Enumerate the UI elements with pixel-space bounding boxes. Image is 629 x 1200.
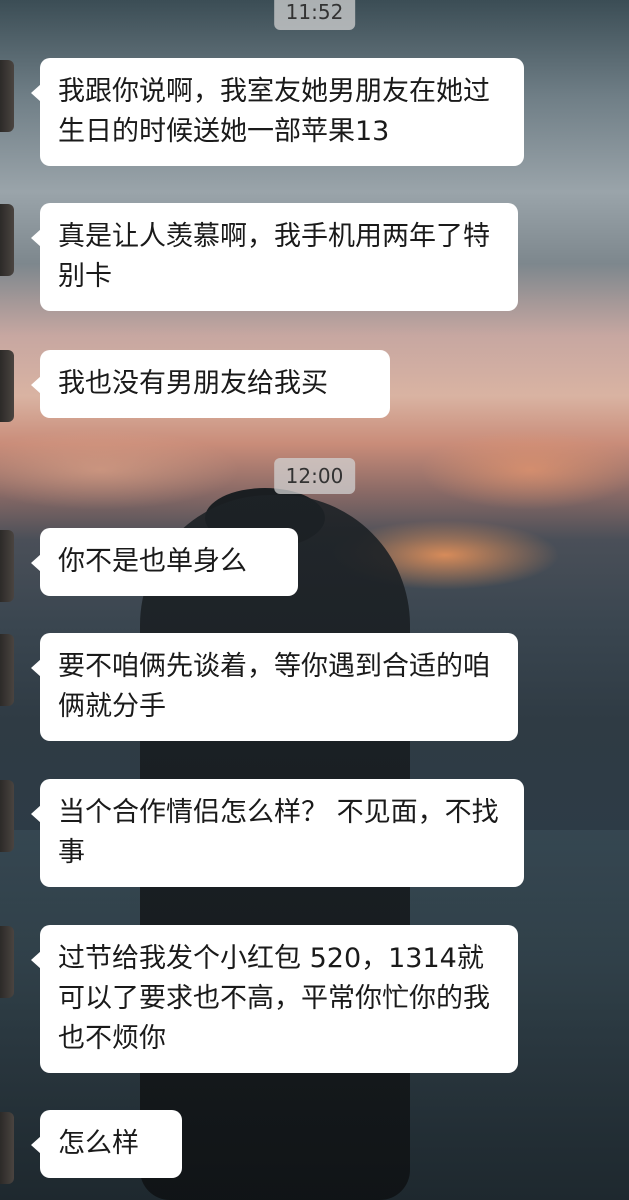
message-bubble[interactable]: 我也没有男朋友给我买 [31,350,390,418]
avatar[interactable] [0,204,14,276]
avatar[interactable] [0,1112,14,1184]
sunset-glow [0,430,240,510]
message-bubble[interactable]: 要不咱俩先谈着，等你遇到合适的咱俩就分手 [31,633,518,741]
message-bubble[interactable]: 怎么样 [31,1110,182,1178]
message-bubble[interactable]: 真是让人羡慕啊，我手机用两年了特别卡 [31,203,518,311]
avatar[interactable] [0,350,14,422]
avatar[interactable] [0,530,14,602]
message-bubble[interactable]: 我跟你说啊，我室友她男朋友在她过生日的时候送她一部苹果13 [31,58,524,166]
avatar[interactable] [0,634,14,706]
message-bubble[interactable]: 当个合作情侣怎么样？ 不见面，不找事 [31,779,524,887]
avatar[interactable] [0,780,14,852]
message-bubble[interactable]: 你不是也单身么 [31,528,298,596]
sunset-glow [420,430,629,510]
message-bubble[interactable]: 过节给我发个小红包 520，1314就可以了要求也不高，平常你忙你的我也不烦你 [31,925,518,1073]
timestamp: 11:52 [273,0,356,30]
avatar[interactable] [0,60,14,132]
avatar[interactable] [0,926,14,998]
timestamp: 12:00 [273,458,356,494]
